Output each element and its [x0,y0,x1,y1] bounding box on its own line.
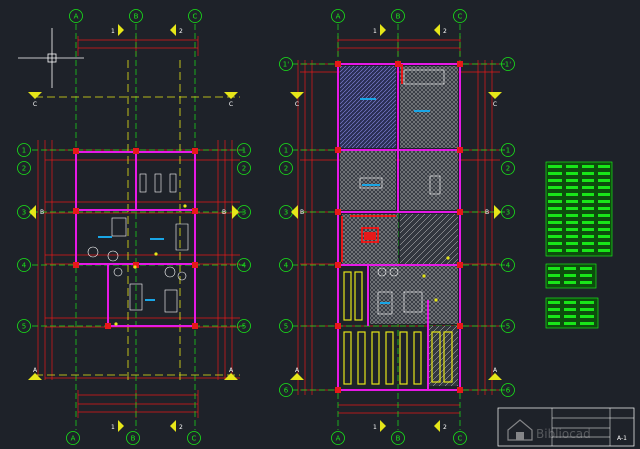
svg-text:3: 3 [284,209,288,217]
svg-text:B: B [222,209,226,216]
svg-text:C: C [493,101,497,108]
svg-text:A: A [74,13,79,21]
cad-drawing-canvas[interactable]: A B C A B C 1 2 3 4 5 1 2 3 4 5 C C B B … [0,0,640,449]
svg-text:B: B [40,209,44,216]
svg-text:C: C [229,101,233,108]
schedule-table-large [545,161,613,257]
svg-text:2: 2 [443,28,447,35]
model-space-background [0,0,640,449]
svg-text:2: 2 [284,165,288,173]
svg-text:4: 4 [22,262,27,270]
svg-text:B: B [396,13,401,21]
svg-text:Bibliocad: Bibliocad [536,427,591,441]
svg-text:2: 2 [242,165,246,173]
svg-text:1': 1' [283,61,289,69]
svg-text:1': 1' [505,61,511,69]
svg-text:4: 4 [284,262,289,270]
svg-text:2: 2 [22,165,26,173]
svg-text:B: B [134,13,139,21]
svg-text:1: 1 [284,147,288,155]
svg-text:1: 1 [373,424,377,431]
svg-text:2: 2 [179,424,183,431]
svg-text:3: 3 [506,209,510,217]
svg-text:3: 3 [22,209,26,217]
svg-text:C: C [33,101,37,108]
svg-text:C: C [193,13,198,21]
svg-text:6: 6 [284,387,289,395]
svg-text:A: A [336,13,341,21]
svg-text:1: 1 [22,147,26,155]
svg-text:A: A [336,435,341,443]
svg-text:1: 1 [242,147,246,155]
svg-text:4: 4 [242,262,247,270]
svg-text:2: 2 [179,28,183,35]
svg-text:C: C [192,435,197,443]
svg-text:1: 1 [111,424,115,431]
svg-text:1: 1 [373,28,377,35]
schedule-table-small [545,297,599,329]
schedule-table-medium [545,263,597,289]
svg-text:3: 3 [242,209,246,217]
svg-text:5: 5 [22,323,26,331]
svg-text:C: C [458,13,463,21]
sheet-number: A-1 [617,435,627,442]
svg-text:6: 6 [506,387,511,395]
svg-text:2: 2 [443,424,447,431]
svg-text:C: C [295,101,299,108]
svg-text:1: 1 [111,28,115,35]
svg-text:B: B [396,435,401,443]
svg-text:B: B [131,435,136,443]
svg-text:5: 5 [506,323,510,331]
svg-text:1: 1 [506,147,510,155]
svg-text:C: C [458,435,463,443]
svg-text:B: B [300,209,304,216]
svg-text:4: 4 [506,262,511,270]
svg-text:A: A [71,435,76,443]
svg-text:2: 2 [506,165,510,173]
svg-text:5: 5 [284,323,288,331]
svg-text:B: B [485,209,489,216]
svg-text:5: 5 [242,323,246,331]
